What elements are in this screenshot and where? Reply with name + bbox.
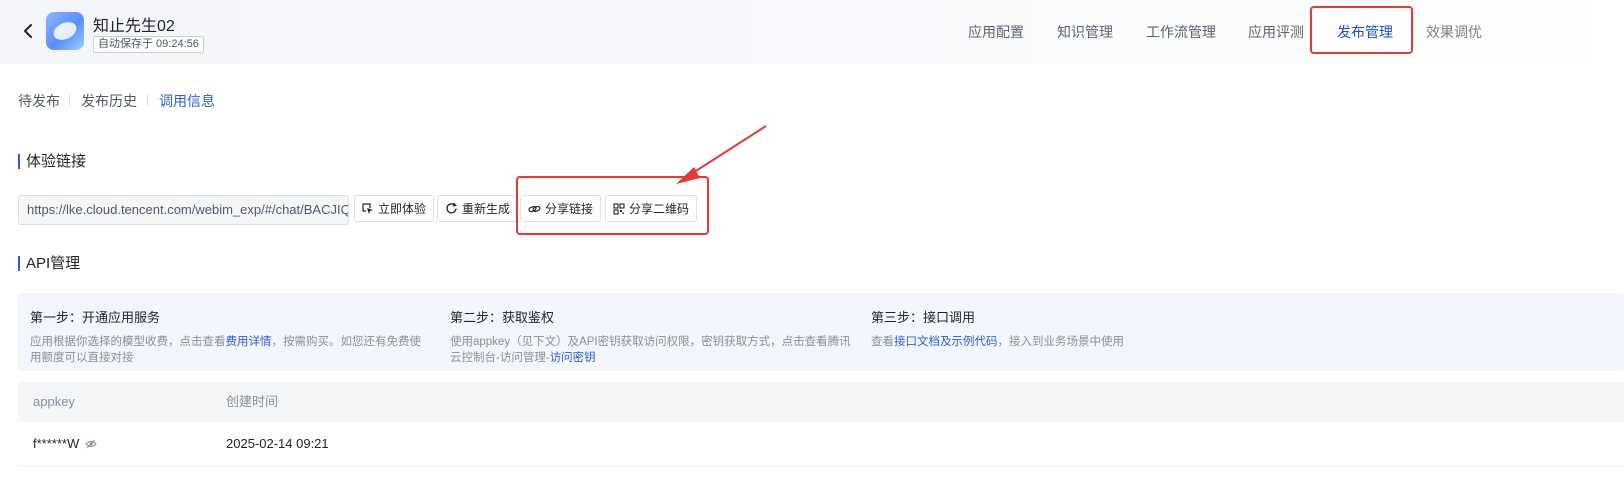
nav-knowledge[interactable]: 知识管理 [1057,22,1113,42]
highlight-publish-tab [1310,6,1413,54]
step-3-title: 第三步：接口调用 [871,310,976,325]
appkey-value: f******W [33,436,80,451]
step-1-desc: 应用根据你选择的模型收费，点击查看费用详情，按需购买。如您还有免费使用额度可以直… [30,334,430,366]
subtab-history[interactable]: 发布历史 [81,91,137,111]
refresh-icon [446,202,457,214]
access-key-link[interactable]: 访问密钥 [550,352,596,364]
cursor-click-icon [362,202,373,214]
nav-tuning[interactable]: 效果调优 [1426,22,1482,42]
step-2-desc-text: 使用appkey（见下文）及API密钥获取访问权限，密钥获取方式，点击查看腾讯云… [450,336,851,364]
experience-url-field[interactable]: https://lke.cloud.tencent.com/webim_exp/… [18,195,349,225]
back-button[interactable] [18,20,38,42]
table-row: f******W 2025-02-14 09:21 [18,422,1624,466]
chevron-left-icon [24,24,32,38]
created-time-cell: 2025-02-14 09:21 [226,436,329,451]
step-2-title: 第二步：获取鉴权 [450,310,555,325]
nav-app-config[interactable]: 应用配置 [968,22,1024,42]
step-3-desc: 查看接口文档及示例代码，接入到业务场景中使用 [871,334,1291,350]
step-3-desc-suffix: ，接入到业务场景中使用 [997,336,1125,348]
step-2: 第二步：获取鉴权 使用appkey（见下文）及API密钥获取访问权限，密钥获取方… [450,307,855,366]
api-docs-link[interactable]: 接口文档及示例代码 [894,336,998,348]
subtab-pending[interactable]: 待发布 [18,91,60,111]
eye-hidden-icon[interactable] [85,439,97,449]
pricing-details-link[interactable]: 费用详情 [226,336,272,348]
try-now-button[interactable]: 立即体验 [354,195,435,222]
experience-section-title: 体验链接 [18,154,86,169]
nav-evaluation[interactable]: 应用评测 [1248,22,1304,42]
app-name: 知止先生02 [93,18,175,35]
subtab-divider [147,94,148,106]
step-3-desc-text: 查看 [871,336,894,348]
step-1-desc-text: 应用根据你选择的模型收费，点击查看 [30,336,226,348]
api-steps-panel: 第一步：开通应用服务 应用根据你选择的模型收费，点击查看费用详情，按需购买。如您… [18,293,1624,371]
table-header: appkey 创建时间 [18,382,1624,422]
highlight-share-buttons [516,176,709,235]
appkey-table: appkey 创建时间 f******W 2025-02-14 09:21 [18,382,1624,466]
regenerate-button[interactable]: 重新生成 [437,195,519,222]
subtab-call-info[interactable]: 调用信息 [159,91,215,111]
api-section-title: API管理 [18,256,80,271]
step-2-desc: 使用appkey（见下文）及API密钥获取访问权限，密钥获取方式，点击查看腾讯云… [450,334,855,366]
autosave-status: 自动保存于 09:24:56 [93,36,204,53]
column-appkey: appkey [33,394,75,409]
column-created-time: 创建时间 [226,394,279,409]
step-1: 第一步：开通应用服务 应用根据你选择的模型收费，点击查看费用详情，按需购买。如您… [30,307,430,366]
try-now-label: 立即体验 [378,202,427,216]
step-3: 第三步：接口调用 查看接口文档及示例代码，接入到业务场景中使用 [871,307,1291,350]
subtab-divider [69,94,70,106]
app-avatar [46,12,84,50]
regenerate-label: 重新生成 [462,202,511,216]
step-1-title: 第一步：开通应用服务 [30,310,161,325]
nav-workflow[interactable]: 工作流管理 [1146,22,1216,42]
appkey-cell: f******W [33,422,97,466]
